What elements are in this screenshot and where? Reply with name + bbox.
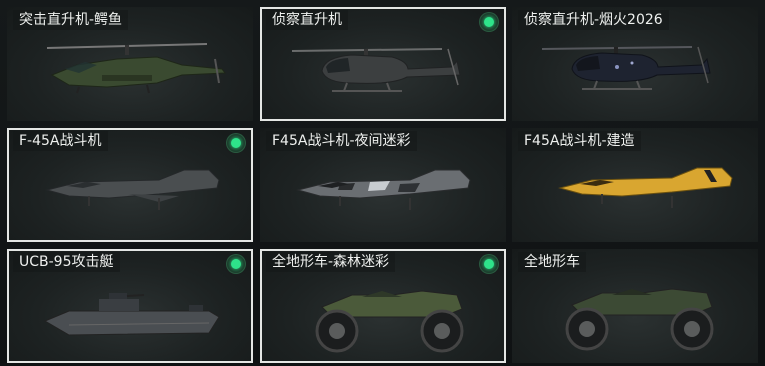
vehicle-card-label: F-45A战斗机 <box>13 131 108 151</box>
vehicle-card-f45a-night-camo[interactable]: F45A战斗机-夜间迷彩 <box>260 128 506 242</box>
vehicle-card-atv[interactable]: 全地形车 <box>512 249 758 363</box>
vehicle-card-atv-forest-camo[interactable]: 全地形车-森林迷彩 <box>260 249 506 363</box>
vehicle-card-label: 侦察直升机 <box>266 10 348 30</box>
vehicle-card-label: 侦察直升机-烟火2026 <box>518 10 669 30</box>
vehicle-card-attack-helicopter[interactable]: 突击直升机-鳄鱼 <box>7 7 253 121</box>
vehicle-card-scout-helicopter-fireworks[interactable]: 侦察直升机-烟火2026 <box>512 7 758 121</box>
owned-indicator-icon <box>480 255 498 273</box>
owned-indicator-icon <box>480 13 498 31</box>
vehicle-card-label: F45A战斗机-夜间迷彩 <box>266 131 417 151</box>
vehicle-grid: 突击直升机-鳄鱼 侦察直升机 侦察直升机-烟火2026 F-45A战斗机 F45… <box>0 0 765 366</box>
vehicle-card-f45a[interactable]: F-45A战斗机 <box>7 128 253 242</box>
owned-indicator-icon <box>227 255 245 273</box>
owned-indicator-icon <box>227 134 245 152</box>
vehicle-card-label: 突击直升机-鳄鱼 <box>13 10 129 30</box>
vehicle-card-scout-helicopter[interactable]: 侦察直升机 <box>260 7 506 121</box>
vehicle-card-label: 全地形车-森林迷彩 <box>266 252 396 272</box>
vehicle-card-f45a-construction[interactable]: F45A战斗机-建造 <box>512 128 758 242</box>
vehicle-card-ucb95[interactable]: UCB-95攻击艇 <box>7 249 253 363</box>
vehicle-card-label: 全地形车 <box>518 252 586 272</box>
vehicle-card-label: F45A战斗机-建造 <box>518 131 641 151</box>
vehicle-card-label: UCB-95攻击艇 <box>13 252 120 272</box>
